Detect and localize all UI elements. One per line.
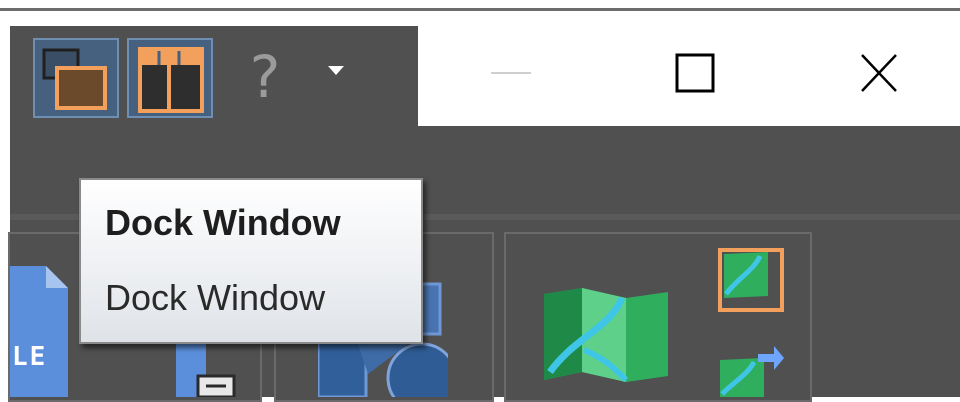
window-layout-icon [138,47,204,113]
ribbon-partial-label: LE [12,342,48,372]
caret-down-icon[interactable] [326,60,346,80]
maximize-icon [675,53,715,93]
dock-window-tooltip: Dock Window Dock Window [79,178,423,344]
document-icon[interactable] [176,340,246,399]
map-icon[interactable] [544,288,668,383]
tooltip-description: Dock Window [105,277,326,318]
minimize-button[interactable] [468,40,558,110]
float-window-button[interactable] [33,38,119,118]
file-icon[interactable] [10,266,70,397]
tooltip-title: Dock Window [105,202,341,243]
top-separator [0,8,960,11]
map-export-icon[interactable] [718,344,784,397]
help-icon[interactable]: ? [247,44,283,110]
map-frame-icon[interactable] [718,248,784,312]
float-window-icon [42,48,107,110]
maximize-button[interactable] [654,40,744,110]
minimize-icon [491,72,531,74]
close-button[interactable] [836,40,926,110]
close-icon [861,54,897,92]
window-layout-button[interactable] [127,38,213,118]
